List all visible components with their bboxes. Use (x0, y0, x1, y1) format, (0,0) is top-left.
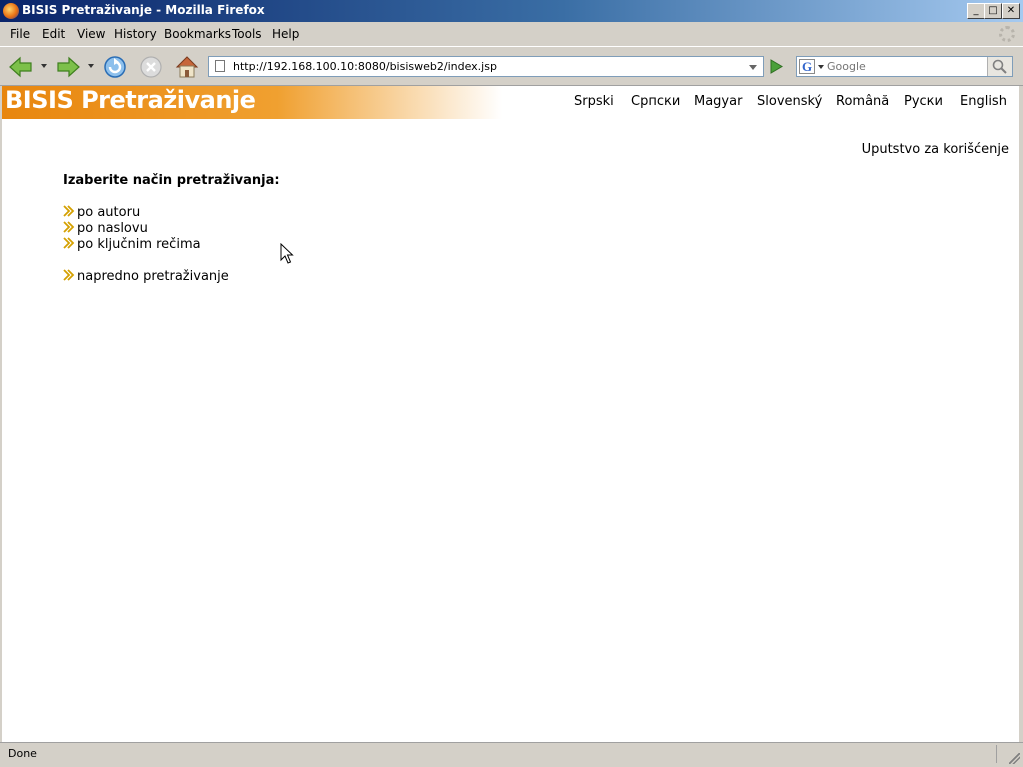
url-input[interactable] (233, 58, 738, 75)
advanced-search-link[interactable]: napredno pretraživanje (63, 269, 229, 284)
site-banner: BISIS Pretraživanje (2, 86, 502, 119)
option-label[interactable]: po naslovu (77, 221, 148, 236)
option-label[interactable]: po ključnim rečima (77, 237, 201, 252)
search-input[interactable] (827, 58, 985, 75)
lang-link-magyar[interactable]: Magyar (694, 94, 742, 109)
lang-link-slovensky[interactable]: Slovenský (757, 94, 822, 109)
firefox-icon (3, 3, 19, 19)
search-method-heading: Izaberite način pretraživanja: (63, 173, 280, 188)
double-chevron-icon (63, 221, 75, 233)
search-by-keywords-link[interactable]: po ključnim rečima (63, 237, 201, 252)
reload-icon[interactable] (102, 54, 128, 80)
search-by-title-link[interactable]: po naslovu (63, 221, 148, 236)
search-engine-icon[interactable]: G (799, 59, 815, 74)
search-by-author-link[interactable]: po autoru (63, 205, 140, 220)
activity-throbber-icon (999, 26, 1015, 42)
page-content: BISIS Pretraživanje Srpski Српски Magyar… (2, 86, 1019, 742)
menu-bookmarks[interactable]: Bookmarks (164, 27, 231, 41)
menu-tools[interactable]: Tools (232, 27, 262, 41)
page-icon (215, 60, 225, 72)
resize-grip-icon[interactable] (1009, 753, 1020, 764)
go-icon[interactable] (766, 56, 786, 77)
close-button[interactable]: ✕ (1002, 3, 1020, 19)
magnifier-icon (992, 59, 1007, 74)
menu-help[interactable]: Help (272, 27, 299, 41)
maximize-button[interactable]: □ (984, 3, 1002, 19)
double-chevron-icon (63, 205, 75, 217)
menu-file[interactable]: File (10, 27, 30, 41)
search-engine-dropdown-icon[interactable] (818, 65, 824, 69)
minimize-button[interactable]: _ (967, 3, 985, 19)
menu-bar: File Edit View History Bookmarks Tools H… (0, 22, 1023, 46)
home-icon[interactable] (174, 54, 200, 80)
menu-edit[interactable]: Edit (42, 27, 65, 41)
menu-view[interactable]: View (77, 27, 105, 41)
back-history-dropdown-icon[interactable] (41, 64, 47, 68)
search-bar[interactable]: G (796, 56, 1013, 77)
title-bar: BISIS Pretraživanje - Mozilla Firefox _ … (0, 0, 1023, 22)
lang-link-srpski[interactable]: Srpski (574, 94, 614, 109)
lang-link-english[interactable]: English (960, 94, 1007, 109)
double-chevron-icon (63, 237, 75, 249)
site-title: BISIS Pretraživanje (5, 86, 256, 114)
status-text: Done (8, 747, 37, 760)
back-icon[interactable] (8, 54, 34, 80)
status-divider (996, 745, 997, 763)
lang-link-srpski-cyrillic[interactable]: Српски (631, 94, 680, 109)
url-history-dropdown-icon[interactable] (749, 65, 757, 70)
url-bar[interactable] (208, 56, 764, 77)
double-chevron-icon (63, 269, 75, 281)
window-title: BISIS Pretraživanje - Mozilla Firefox (22, 3, 265, 17)
user-guide-link[interactable]: Uputstvo za korišćenje (862, 142, 1009, 157)
option-label[interactable]: napredno pretraživanje (77, 269, 229, 284)
stop-icon[interactable] (138, 54, 164, 80)
menu-history[interactable]: History (114, 27, 157, 41)
option-label[interactable]: po autoru (77, 205, 140, 220)
window-edge (1019, 86, 1023, 742)
lang-link-ruski[interactable]: Руски (904, 94, 943, 109)
mouse-cursor-icon (280, 243, 294, 264)
forward-icon[interactable] (55, 54, 81, 80)
lang-link-romana[interactable]: Română (836, 94, 889, 109)
status-bar: Done (0, 742, 1023, 767)
forward-history-dropdown-icon[interactable] (88, 64, 94, 68)
search-button[interactable] (987, 57, 1012, 76)
navigation-toolbar: G (0, 46, 1023, 86)
